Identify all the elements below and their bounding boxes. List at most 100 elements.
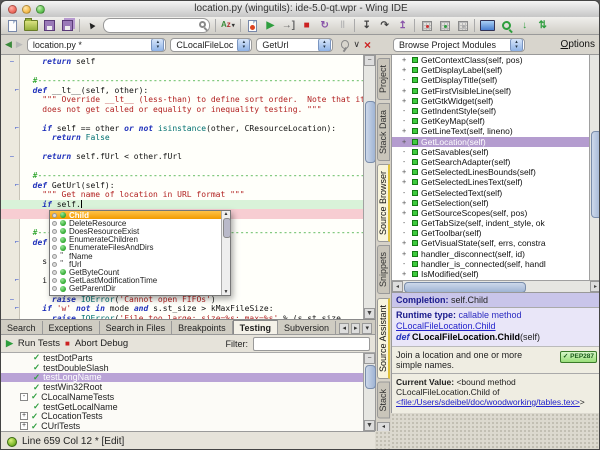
method-selector-combo[interactable]: GetUrl ▴▾ — [256, 38, 333, 52]
module-list-item[interactable]: +GetLocation(self) — [392, 137, 589, 147]
tree-expander-icon[interactable]: - — [402, 148, 409, 156]
module-list-hscrollbar[interactable]: ◂ ▸ — [391, 280, 600, 292]
module-list-item[interactable]: -GetIndentStyle(self) — [392, 106, 589, 116]
tree-expander-icon[interactable]: - — [402, 107, 409, 115]
tab-subversion[interactable]: Subversion — [278, 321, 336, 334]
module-list-item[interactable]: +GetDisplayLabel(self) — [392, 65, 589, 75]
autocomplete-item[interactable]: GetLastModificationTime — [50, 277, 230, 285]
module-list-item[interactable]: +GetContextClass(self, pos) — [392, 55, 589, 65]
tree-expander-icon[interactable]: + — [402, 168, 409, 176]
disable-breakpoints-button[interactable] — [456, 19, 469, 33]
code-line[interactable]: return False — [1, 133, 363, 143]
test-tree-scrollbar[interactable]: − ▼ — [363, 353, 375, 431]
new-file-button[interactable] — [6, 19, 19, 33]
step-into-button[interactable]: →] — [282, 19, 295, 33]
annotations-combo-button[interactable]: Az▾ — [221, 19, 235, 33]
code-line[interactable]: if self. — [1, 200, 363, 210]
debug-continue-button[interactable]: ▶ — [264, 19, 277, 33]
history-back-button[interactable]: ◀ — [5, 39, 12, 50]
scroll-down-arrow[interactable]: ▼ — [364, 308, 375, 319]
test-tree-row[interactable]: ✓testGetLocalName — [1, 402, 363, 412]
test-results-tree[interactable]: ✓testDotParts✓testDoubleSlash✓testLongNa… — [1, 353, 363, 431]
save-button[interactable] — [43, 19, 56, 33]
module-list-item[interactable]: -GetTabSize(self, indent_style, ok — [392, 218, 589, 228]
test-tree-row[interactable]: +✓CLocationTests — [1, 412, 363, 422]
tree-expander-icon[interactable]: - — [402, 76, 409, 84]
tree-expander-icon[interactable]: - — [402, 260, 409, 268]
test-tree-row[interactable]: ✓testDoubleSlash — [1, 363, 363, 373]
tree-expander-icon[interactable]: + — [402, 97, 409, 105]
popup-scrollbar[interactable]: ▲ ▼ — [221, 211, 230, 295]
tab-exceptions[interactable]: Exceptions — [43, 321, 100, 334]
code-line[interactable] — [1, 114, 363, 124]
code-line[interactable] — [1, 143, 363, 153]
step-over-button[interactable]: ↷ — [378, 19, 391, 33]
code-line[interactable] — [1, 67, 363, 77]
code-editor[interactable]: –¬¬–¬¬¬–¬ return self #-----------------… — [1, 55, 363, 319]
tree-expander-icon[interactable]: + — [402, 66, 409, 74]
tree-expander-icon[interactable]: + — [402, 138, 409, 146]
step-to-cursor-button[interactable]: ↧ — [360, 19, 373, 33]
tab-scroll-left[interactable]: ◂ — [339, 323, 349, 334]
code-line[interactable]: return self.fUrl < other.fUrl — [1, 152, 363, 162]
tree-expander-icon[interactable]: - — [402, 158, 409, 166]
test-tree-row[interactable]: ✓testWin32Root — [1, 382, 363, 392]
module-list-scrollbar[interactable] — [589, 55, 600, 280]
toolbar-search-field[interactable] — [103, 18, 210, 33]
pep287-badge[interactable]: ✓ PEP287 — [560, 351, 597, 363]
dock-tab-project[interactable]: Project — [377, 58, 390, 100]
options-menu-button[interactable]: Options — [561, 39, 595, 50]
test-tree-row[interactable]: -✓CLocalNameTests — [1, 392, 363, 402]
tree-expander-icon[interactable]: + — [402, 127, 409, 135]
code-line[interactable]: if self == other or not isinstance(other… — [1, 124, 363, 134]
test-tree-row[interactable]: ✓testDotParts — [1, 353, 363, 363]
tree-expander-icon[interactable]: - — [402, 117, 409, 125]
dock-tab-snippets[interactable]: Snippets — [377, 245, 390, 294]
tab-search-in-files[interactable]: Search in Files — [100, 321, 173, 334]
autocomplete-item[interactable]: GetByteCount — [50, 268, 230, 276]
code-line[interactable]: #---------------------------------------… — [1, 171, 363, 181]
titlebar[interactable]: location.py (wingutils): ide-5.0-qt.wpr … — [1, 1, 600, 18]
tree-expander-icon[interactable]: - — [20, 393, 28, 401]
tree-expander-icon[interactable]: + — [402, 87, 409, 95]
tab-testing[interactable]: Testing — [233, 320, 278, 334]
autocomplete-item[interactable]: "fName — [50, 252, 230, 260]
debugger-status-icon[interactable] — [7, 437, 17, 447]
tree-expander-icon[interactable]: + — [402, 178, 409, 186]
module-list-item[interactable]: -GetToolbar(self) — [392, 228, 589, 238]
history-forward-button[interactable]: ▶ — [16, 39, 23, 50]
code-line[interactable]: def GetUrl(self): — [1, 181, 363, 191]
autocomplete-item[interactable]: EnumerateChildren — [50, 236, 230, 244]
tab-list-menu[interactable]: ▾ — [362, 323, 372, 334]
tree-expander-icon[interactable]: + — [20, 422, 28, 430]
clear-breakpoints-button[interactable] — [420, 19, 433, 33]
autocomplete-item[interactable]: "fUrl — [50, 260, 230, 268]
debug-file-button[interactable] — [246, 19, 259, 33]
pin-editor-icon[interactable] — [341, 40, 349, 49]
module-browser-list[interactable]: +GetContextClass(self, pos)+GetDisplayLa… — [391, 55, 589, 280]
dock-tab-source-browser[interactable]: Source Browser — [377, 164, 390, 242]
module-list-item[interactable]: +IsModified(self) — [392, 269, 589, 279]
editor-scrollbar[interactable]: − ▼ — [363, 55, 375, 319]
module-list-item[interactable]: +GetVisualState(self, errs, constra — [392, 238, 589, 248]
fold-all-button[interactable]: − — [364, 55, 375, 66]
module-list-item[interactable]: +GetSelection(self) — [392, 198, 589, 208]
close-editor-icon[interactable]: × — [364, 38, 371, 52]
current-value-link[interactable]: <file:/Users/sdeibel/doc/woodworking/tab… — [396, 397, 580, 407]
tab-scroll-right[interactable]: ▸ — [351, 323, 361, 334]
module-list-item[interactable]: -GetSearchAdapter(self) — [392, 157, 589, 167]
search-files-button[interactable] — [500, 19, 513, 33]
toolbar-search-input[interactable] — [103, 19, 210, 33]
tree-expander-icon[interactable]: + — [20, 412, 28, 420]
step-out-button[interactable]: ↥ — [396, 19, 409, 33]
module-list-item[interactable]: +handler_disconnect(self, id) — [392, 249, 589, 259]
tab-search[interactable]: Search — [1, 321, 43, 334]
code-line[interactable] — [1, 162, 363, 172]
dock-tab-source-assistant[interactable]: Source Assistant — [377, 298, 390, 379]
save-all-button[interactable] — [61, 19, 74, 33]
tree-expander-icon[interactable]: + — [402, 250, 409, 258]
run-tests-button[interactable]: Run Tests — [18, 338, 60, 349]
debug-console-button[interactable] — [480, 19, 495, 33]
open-file-button[interactable] — [24, 19, 38, 33]
code-line[interactable]: #---------------------------------------… — [1, 76, 363, 86]
